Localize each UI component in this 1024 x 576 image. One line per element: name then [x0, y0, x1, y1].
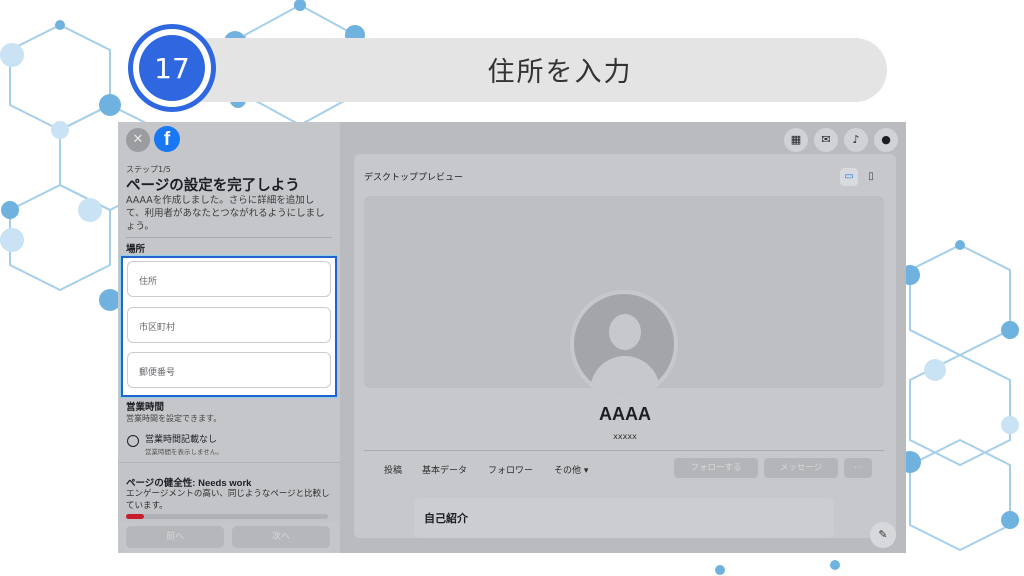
setup-description: AAAAを作成しました。さらに詳細を追加して、利用者があなたとつながれるようにし…	[126, 195, 325, 232]
message-button[interactable]: メッセージ	[764, 458, 838, 478]
desktop-preview-card: デスクトッププレビュー ▭ ▯ AAAA xxxxx 投稿 基本データ フォロワ…	[354, 154, 896, 538]
divider	[126, 237, 332, 238]
page-health-description: エンゲージメントの高い、同じようなページと比較しています。	[126, 489, 330, 511]
setup-heading: ページの設定を完了しよう	[126, 178, 300, 194]
page-name: AAAA	[599, 404, 651, 424]
edit-icon[interactable]: ✎	[870, 522, 896, 548]
follow-button[interactable]: フォローする	[674, 458, 758, 478]
city-field[interactable]: 市区町村	[127, 307, 331, 343]
close-icon[interactable]: ✕	[126, 128, 150, 152]
prev-button[interactable]: 前へ	[126, 526, 224, 548]
avatar-body	[590, 356, 660, 394]
about-card: 自己紹介	[414, 498, 834, 538]
messenger-icon[interactable]: ✉	[814, 128, 838, 152]
step-number: 17	[139, 35, 205, 101]
city-placeholder: 市区町村	[139, 323, 176, 333]
next-button[interactable]: 次へ	[232, 526, 330, 548]
desktop-icon[interactable]: ▭	[840, 168, 858, 186]
page-health-panel: ページの健全性: Needs work エンゲージメントの高い、同じようなページ…	[118, 462, 340, 522]
tab-more[interactable]: その他 ▾	[554, 463, 588, 476]
tab-divider	[364, 450, 884, 451]
profile-picture	[570, 290, 678, 398]
more-options-button[interactable]: ···	[844, 458, 872, 478]
zip-code-field[interactable]: 郵便番号	[127, 352, 331, 388]
about-title: 自己紹介	[424, 512, 468, 525]
no-hours-sublabel: 営業時間を表示しません。	[145, 448, 223, 456]
account-icon[interactable]: ●	[874, 128, 898, 152]
facebook-page-setup-screenshot: ✕ f ステップ1/5 ページの設定を完了しよう AAAAを作成しました。さらに…	[118, 122, 906, 553]
no-hours-radio[interactable]	[127, 435, 139, 447]
tab-posts[interactable]: 投稿	[384, 463, 402, 476]
zip-placeholder: 郵便番号	[139, 368, 176, 378]
page-health-title: ページの健全性: Needs work	[126, 478, 252, 489]
page-category: xxxxx	[613, 432, 637, 441]
avatar-head	[609, 314, 641, 350]
location-fields-highlight: 住所 市区町村 郵便番号	[120, 255, 338, 398]
setup-sidebar: ✕ f ステップ1/5 ページの設定を完了しよう AAAAを作成しました。さらに…	[118, 122, 340, 553]
location-section-label: 場所	[126, 244, 146, 255]
address-placeholder: 住所	[139, 277, 158, 287]
page-health-bar	[126, 514, 328, 519]
address-field[interactable]: 住所	[127, 261, 331, 297]
facebook-logo-icon[interactable]: f	[154, 126, 180, 152]
preview-label: デスクトッププレビュー	[364, 173, 464, 183]
step-number-badge: 17	[128, 24, 216, 112]
hours-description: 営業時間を設定できます。	[126, 414, 222, 423]
tab-about[interactable]: 基本データ	[422, 463, 467, 476]
page-health-fill	[126, 514, 144, 519]
mobile-icon[interactable]: ▯	[862, 168, 880, 186]
hours-section-title: 営業時間	[126, 402, 165, 413]
tab-followers[interactable]: フォロワー	[488, 463, 533, 476]
no-hours-label: 営業時間記載なし	[145, 435, 218, 445]
apps-grid-icon[interactable]: ▦	[784, 128, 808, 152]
step-title: 住所を入力	[487, 57, 633, 88]
bell-icon[interactable]: ♪	[844, 128, 868, 152]
